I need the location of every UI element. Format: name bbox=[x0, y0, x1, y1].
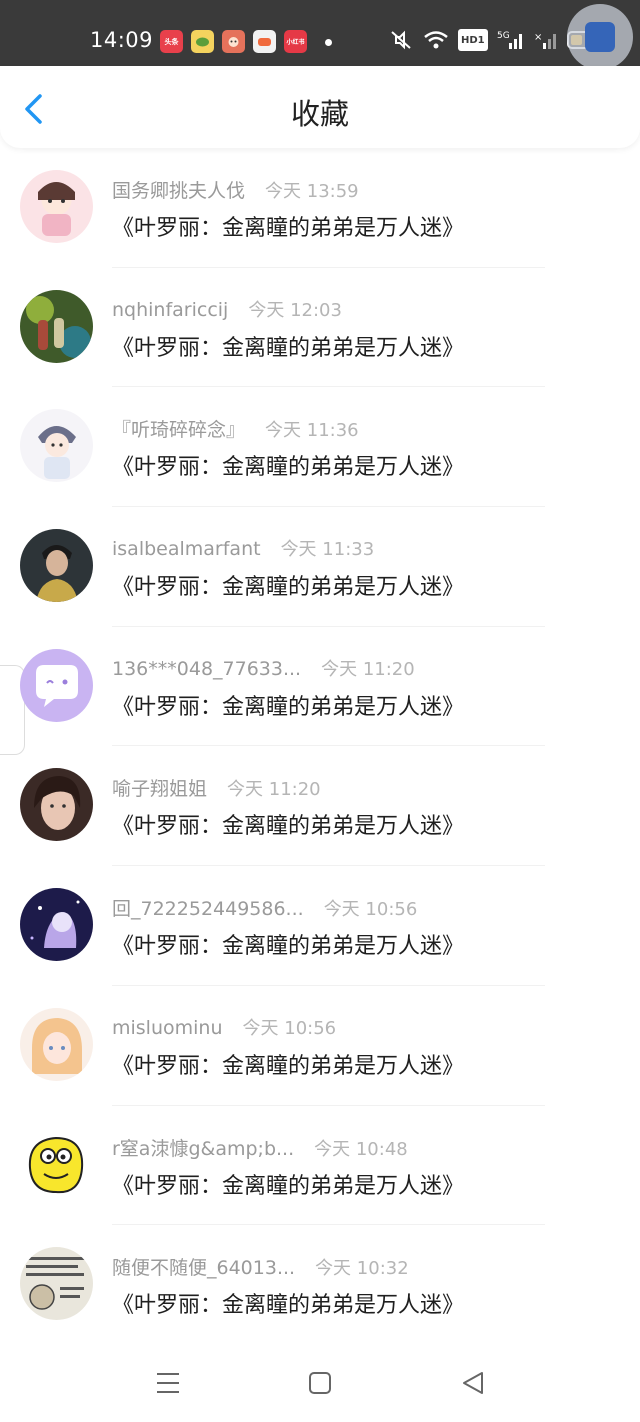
timestamp: 今天 10:48 bbox=[314, 1138, 408, 1160]
list-item[interactable]: 喻子翔姐姐 今天 11:20 《叶罗丽：金离瞳的弟弟是万人迷》 bbox=[0, 746, 640, 867]
floating-assistant-button[interactable] bbox=[567, 4, 633, 70]
user-name[interactable]: 国务卿挑夫人伐 bbox=[112, 176, 245, 203]
system-back-button[interactable] bbox=[460, 1370, 486, 1396]
avatar bbox=[20, 409, 93, 483]
list-item[interactable]: isalbealmarfant 今天 11:33 《叶罗丽：金离瞳的弟弟是万人迷… bbox=[0, 507, 640, 627]
item-meta: 回_722252449586... 今天 10:56 bbox=[112, 894, 417, 921]
system-nav-bar bbox=[0, 1344, 640, 1422]
timestamp: 今天 11:20 bbox=[227, 779, 321, 801]
avatar bbox=[20, 1127, 93, 1201]
signal-5g-icon: 5G bbox=[497, 29, 525, 51]
list-item[interactable]: misluominu 今天 10:56 《叶罗丽：金离瞳的弟弟是万人迷》 bbox=[0, 986, 640, 1106]
user-name[interactable]: isalbealmarfant bbox=[112, 538, 261, 560]
home-button[interactable] bbox=[307, 1370, 333, 1396]
timestamp: 今天 10:32 bbox=[315, 1258, 409, 1280]
recent-apps-button[interactable] bbox=[155, 1370, 181, 1396]
item-meta: 随便不随便_64013... 今天 10:32 bbox=[112, 1253, 409, 1280]
book-title[interactable]: 《叶罗丽：金离瞳的弟弟是万人迷》 bbox=[112, 1168, 464, 1200]
list-item[interactable]: 国务卿挑夫人伐 今天 13:59 《叶罗丽：金离瞳的弟弟是万人迷》 bbox=[0, 148, 640, 268]
list-item[interactable]: 136***048_77633... 今天 11:20 《叶罗丽：金离瞳的弟弟是… bbox=[0, 627, 640, 747]
item-meta: isalbealmarfant 今天 11:33 bbox=[112, 535, 374, 561]
avatar bbox=[20, 768, 93, 842]
avatar bbox=[20, 888, 93, 962]
toutiao-app-icon: 头条 bbox=[160, 30, 183, 53]
svg-text:5G: 5G bbox=[497, 31, 510, 41]
item-meta: 136***048_77633... 今天 11:20 bbox=[112, 655, 415, 681]
user-name[interactable]: 喻子翔姐姐 bbox=[112, 774, 207, 801]
timestamp: 今天 10:56 bbox=[242, 1017, 337, 1039]
timestamp: 今天 11:33 bbox=[280, 539, 375, 561]
item-meta: misluominu 今天 10:56 bbox=[112, 1014, 336, 1040]
user-name[interactable]: 136***048_77633... bbox=[112, 658, 301, 680]
user-name[interactable]: misluominu bbox=[112, 1017, 223, 1039]
book-title[interactable]: 《叶罗丽：金离瞳的弟弟是万人迷》 bbox=[112, 1287, 464, 1319]
page-title: 收藏 bbox=[290, 97, 349, 131]
user-name[interactable]: nqhinfariccij bbox=[112, 299, 228, 321]
user-name[interactable]: 回_722252449586... bbox=[112, 894, 304, 921]
status-bar: 14:09 头条 小红书 HD1 5G × bbox=[0, 0, 640, 70]
user-name[interactable]: 『听琦碎碎念』 bbox=[112, 415, 245, 442]
signal-empty-icon: × bbox=[534, 29, 558, 51]
timestamp: 今天 12:03 bbox=[248, 299, 342, 321]
wifi-icon bbox=[423, 29, 449, 51]
book-title[interactable]: 《叶罗丽：金离瞳的弟弟是万人迷》 bbox=[112, 689, 464, 721]
hd-voice-icon: HD1 bbox=[458, 29, 488, 51]
list-item[interactable]: nqhinfariccij 今天 12:03 《叶罗丽：金离瞳的弟弟是万人迷》 bbox=[0, 268, 640, 388]
item-meta: 『听琦碎碎念』 今天 11:36 bbox=[112, 415, 359, 442]
notification-apps: 头条 小红书 bbox=[160, 30, 307, 53]
triangle-back-icon bbox=[463, 1372, 483, 1394]
list-item[interactable]: r窒a洓慷g&amp;b... 今天 10:48 《叶罗丽：金离瞳的弟弟是万人迷… bbox=[0, 1106, 640, 1226]
character-app-icon bbox=[222, 30, 245, 53]
svg-text:×: × bbox=[534, 32, 542, 43]
book-title[interactable]: 《叶罗丽：金离瞳的弟弟是万人迷》 bbox=[112, 1048, 464, 1080]
chat-app-icon bbox=[191, 30, 214, 53]
assistant-icon bbox=[585, 22, 615, 52]
status-time: 14:09 bbox=[90, 28, 154, 52]
item-meta: nqhinfariccij 今天 12:03 bbox=[112, 296, 342, 322]
list-item[interactable]: 『听琦碎碎念』 今天 11:36 《叶罗丽：金离瞳的弟弟是万人迷》 bbox=[0, 387, 640, 508]
book-title[interactable]: 《叶罗丽：金离瞳的弟弟是万人迷》 bbox=[112, 569, 464, 601]
timestamp: 今天 11:36 bbox=[265, 420, 359, 442]
book-title[interactable]: 《叶罗丽：金离瞳的弟弟是万人迷》 bbox=[112, 808, 464, 840]
favorites-list: 国务卿挑夫人伐 今天 13:59 《叶罗丽：金离瞳的弟弟是万人迷》 nqhinf… bbox=[0, 148, 640, 1345]
more-notifications-dot bbox=[325, 39, 332, 46]
item-meta: 喻子翔姐姐 今天 11:20 bbox=[112, 774, 321, 801]
timestamp: 今天 13:59 bbox=[265, 181, 359, 202]
book-title[interactable]: 《叶罗丽：金离瞳的弟弟是万人迷》 bbox=[112, 449, 464, 481]
mute-icon bbox=[388, 29, 414, 51]
list-item[interactable]: 随便不随便_64013... 今天 10:32 《叶罗丽：金离瞳的弟弟是万人迷》 bbox=[0, 1225, 640, 1345]
square-home-icon bbox=[309, 1372, 331, 1394]
book-title[interactable]: 《叶罗丽：金离瞳的弟弟是万人迷》 bbox=[112, 210, 464, 242]
timestamp: 今天 11:20 bbox=[321, 658, 415, 680]
avatar bbox=[20, 648, 93, 722]
list-item[interactable]: 回_722252449586... 今天 10:56 《叶罗丽：金离瞳的弟弟是万… bbox=[0, 866, 640, 986]
avatar bbox=[20, 1007, 93, 1081]
game-app-icon bbox=[253, 30, 276, 53]
item-meta: r窒a洓慷g&amp;b... 今天 10:48 bbox=[112, 1134, 408, 1161]
item-meta: 国务卿挑夫人伐 今天 13:59 bbox=[112, 176, 359, 203]
avatar bbox=[20, 170, 93, 243]
user-name[interactable]: 随便不随便_64013... bbox=[112, 1253, 295, 1280]
book-title[interactable]: 《叶罗丽：金离瞳的弟弟是万人迷》 bbox=[112, 330, 464, 362]
book-title[interactable]: 《叶罗丽：金离瞳的弟弟是万人迷》 bbox=[112, 928, 464, 960]
timestamp: 今天 10:56 bbox=[323, 899, 418, 921]
user-name[interactable]: r窒a洓慷g&amp;b... bbox=[112, 1134, 294, 1161]
avatar bbox=[20, 1247, 93, 1321]
page-header: 收藏 bbox=[0, 66, 640, 148]
avatar bbox=[20, 529, 93, 603]
menu-icon bbox=[157, 1373, 179, 1393]
avatar bbox=[20, 289, 93, 363]
redbook-app-icon: 小红书 bbox=[284, 30, 307, 53]
